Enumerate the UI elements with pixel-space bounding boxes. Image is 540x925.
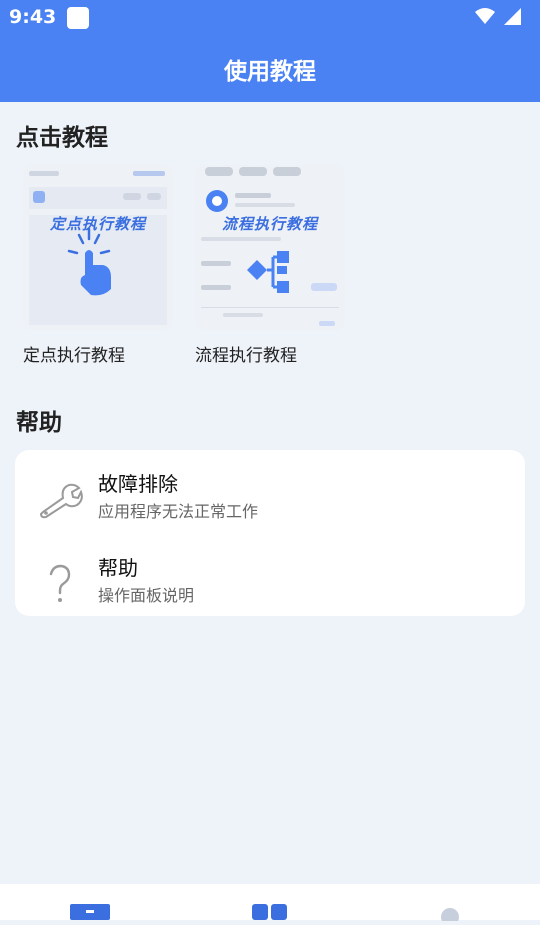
signal-icon — [504, 8, 521, 25]
help-row[interactable]: 帮助 操作面板说明 — [15, 546, 525, 616]
wrench-icon — [39, 483, 83, 519]
status-indicators — [474, 6, 522, 26]
tutorial-card-flow[interactable]: 流程执行教程 — [195, 165, 345, 330]
tutorial-label-fixed-point[interactable]: 定点执行教程 — [23, 341, 125, 366]
tutorial-card-fixed-point[interactable]: 定点执行教程 — [23, 165, 173, 330]
nav-grid-tab[interactable] — [252, 904, 288, 920]
wifi-icon — [475, 8, 495, 24]
nav-tutorial-tab[interactable] — [70, 904, 110, 920]
help-section-title: 帮助 — [16, 410, 62, 436]
page-title: 使用教程 — [224, 59, 316, 85]
tutorial-label-flow[interactable]: 流程执行教程 — [195, 341, 297, 366]
nav-profile-tab[interactable] — [440, 906, 460, 925]
thumbnail-banner: 流程执行教程 — [221, 215, 318, 233]
notification-icon — [67, 7, 89, 29]
help-item-title: 帮助 — [98, 556, 138, 580]
question-icon — [49, 564, 71, 602]
app-header: 9:43 使用教程 — [0, 0, 540, 102]
help-card: 故障排除 应用程序无法正常工作 帮助 操作面板说明 — [15, 450, 525, 616]
help-item-subtitle: 操作面板说明 — [98, 586, 195, 605]
grid-icon — [252, 904, 287, 920]
troubleshooting-row[interactable]: 故障排除 应用程序无法正常工作 — [15, 462, 525, 532]
help-item-title: 故障排除 — [98, 472, 178, 496]
status-time: 9:43 — [9, 6, 57, 28]
help-item-subtitle: 应用程序无法正常工作 — [98, 502, 259, 521]
thumbnail-banner: 定点执行教程 — [49, 215, 146, 233]
bottom-nav — [0, 884, 540, 925]
tutorial-section-title: 点击教程 — [16, 125, 108, 151]
tutorial-thumbnail — [195, 165, 345, 330]
profile-icon — [441, 908, 459, 925]
tutorial-thumbnail — [23, 165, 173, 330]
monitor-icon — [70, 904, 110, 920]
